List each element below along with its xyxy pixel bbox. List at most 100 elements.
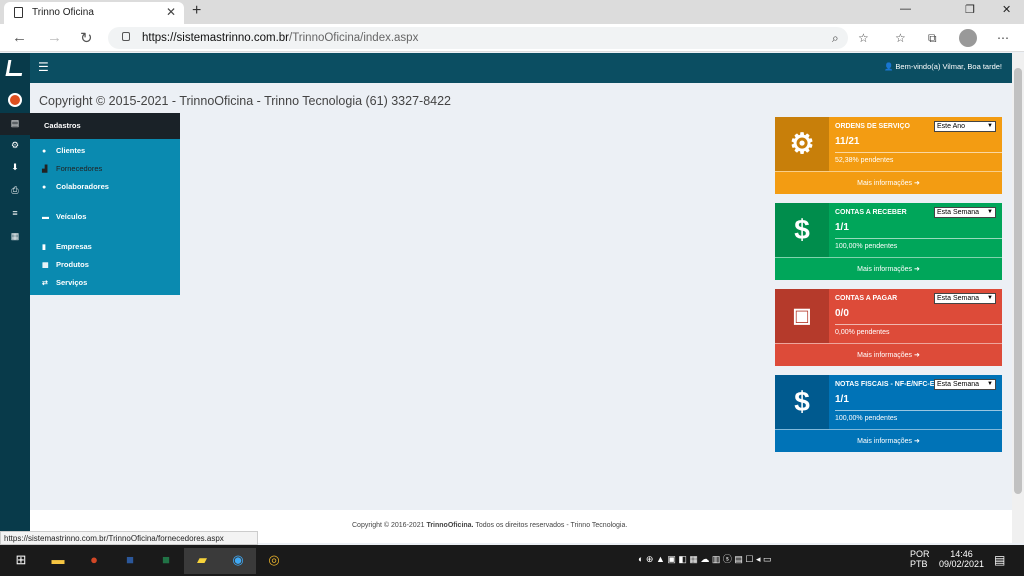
lock-icon	[122, 32, 130, 41]
menu-label: Produtos	[56, 260, 89, 269]
card-pending: 100,00% pendentes	[835, 415, 898, 422]
progress-divider	[835, 324, 1002, 325]
close-tab-icon[interactable]: ✕	[166, 5, 176, 19]
lang-label: POR	[910, 549, 930, 559]
menu-label: Clientes	[56, 146, 86, 155]
progress-divider	[835, 410, 1002, 411]
profile-avatar[interactable]	[959, 29, 977, 47]
card-pending: 52,38% pendentes	[835, 157, 894, 164]
more-info-label: Mais informações	[857, 438, 913, 445]
download-icon[interactable]: ⬇	[0, 157, 30, 179]
dollar-icon: $	[775, 203, 829, 257]
favorite-star-icon[interactable]: ☆	[858, 31, 869, 45]
more-info-label: Mais informações	[857, 352, 913, 359]
building-icon: ▮	[42, 244, 46, 251]
card-pending: 100,00% pendentes	[835, 243, 898, 250]
new-tab-button[interactable]: +	[192, 2, 201, 20]
menu-header: Cadastros	[30, 113, 180, 139]
menu-item-colaboradores[interactable]: ● Colaboradores	[42, 182, 109, 191]
tab-title: Trinno Oficina	[32, 7, 94, 18]
zoom-icon[interactable]: ⌕	[832, 31, 839, 46]
excel-icon[interactable]: ■	[148, 548, 184, 574]
car-icon: ▬	[42, 214, 49, 221]
report-icon[interactable]: ▦	[0, 226, 30, 248]
footer-prefix: Copyright © 2016-2021	[352, 522, 427, 529]
sidebar-avatar[interactable]	[0, 88, 30, 110]
database-icon[interactable]: ▤	[0, 113, 30, 135]
edge-icon[interactable]: ◉	[220, 548, 256, 574]
sticky-notes-icon[interactable]: ▰	[184, 548, 220, 574]
share-icon[interactable]: ⚙	[0, 135, 30, 157]
url-field[interactable]: https://sistemastrinno.com.br/TrinnoOfic…	[108, 27, 848, 49]
date-label: 09/02/2021	[939, 559, 985, 569]
money-bill-icon: ▣	[775, 289, 829, 343]
tray-icons[interactable]: ◐ ⊕ ▲ ▣ ◧ ▦ ☁ ▥ ⓢ ▤ ☐ ◂ ▭	[638, 552, 772, 565]
exchange-icon: ⇄	[42, 280, 48, 287]
reload-icon[interactable]: ↻	[80, 29, 93, 47]
more-info-label: Mais informações	[857, 266, 913, 273]
footer-suffix: Todos os direitos reservados - Trinno Te…	[473, 522, 628, 529]
card-contas-pagar: ▣ CONTAS A PAGAR Esta Semana 0/0 0,00% p…	[775, 289, 1002, 366]
gears-icon: ⚙	[775, 117, 829, 171]
menu-label: Fornecedores	[56, 164, 103, 173]
progress-divider	[835, 238, 1002, 239]
menu-item-produtos[interactable]: ▦ Produtos	[42, 260, 89, 269]
card-notas-fiscais: $ NOTAS FISCAIS - NF-E/NFC-E Esta Semana…	[775, 375, 1002, 452]
collections-icon[interactable]: ⧉	[928, 31, 937, 46]
menu-label: Empresas	[56, 242, 92, 251]
arrow-circle-icon: ➜	[913, 438, 920, 445]
notifications-icon[interactable]: ▤	[994, 553, 1005, 567]
menu-item-servicos[interactable]: ⇄ Serviços	[42, 278, 87, 287]
copyright-header: Copyright © 2015-2021 - TrinnoOficina - …	[39, 94, 451, 108]
footer-copyright: Copyright © 2016-2021 TrinnoOficina. Tod…	[352, 522, 627, 529]
language-indicator[interactable]: POR PTB	[910, 549, 930, 569]
card-value: 11/21	[835, 136, 860, 147]
powerpoint-icon[interactable]: ●	[76, 548, 112, 574]
arrow-circle-icon: ➜	[913, 180, 920, 187]
period-select[interactable]: Este Ano	[934, 121, 996, 132]
print-icon[interactable]: ⎙	[0, 180, 30, 202]
period-select[interactable]: Esta Semana	[934, 379, 996, 390]
more-info-link[interactable]: Mais informações ➜	[775, 429, 1002, 452]
more-info-link[interactable]: Mais informações ➜	[775, 171, 1002, 194]
back-icon[interactable]: ←	[12, 29, 27, 46]
card-title: ORDENS DE SERVIÇO	[835, 123, 910, 130]
more-info-link[interactable]: Mais informações ➜	[775, 257, 1002, 280]
restore-icon[interactable]: ❐	[965, 3, 975, 16]
menu-item-empresas[interactable]: ▮ Empresas	[42, 242, 92, 251]
menu-item-veiculos[interactable]: ▬ Veículos	[42, 212, 86, 221]
footer-brand: TrinnoOficina.	[426, 522, 474, 529]
url-path: /TrinnoOficina/index.aspx	[289, 32, 419, 44]
favorites-icon[interactable]: ☆	[895, 31, 906, 45]
menu-item-clientes[interactable]: ● Clientes	[42, 146, 85, 155]
card-ordens-servico: ⚙ ORDENS DE SERVIÇO Este Ano 11/21 52,38…	[775, 117, 1002, 194]
word-icon[interactable]: ■	[112, 548, 148, 574]
more-info-label: Mais informações	[857, 180, 913, 187]
list-icon[interactable]: ≡	[0, 203, 30, 225]
scrollbar-thumb[interactable]	[1014, 68, 1022, 494]
chrome-icon[interactable]: ◎	[256, 548, 292, 574]
minimize-icon[interactable]: —	[900, 3, 911, 15]
app-logo[interactable]	[0, 53, 30, 83]
more-icon[interactable]: ⋯	[997, 31, 1009, 45]
grid-icon: ▦	[42, 262, 49, 269]
forward-icon[interactable]: →	[47, 29, 62, 46]
clock[interactable]: 14:46 09/02/2021	[939, 549, 984, 569]
arrow-circle-icon: ➜	[913, 352, 920, 359]
more-info-link[interactable]: Mais informações ➜	[775, 343, 1002, 366]
page-icon	[14, 7, 23, 18]
user-icon: ●	[42, 148, 47, 155]
close-window-icon[interactable]: ✕	[1002, 3, 1011, 16]
card-title: CONTAS A RECEBER	[835, 209, 907, 216]
menu-item-fornecedores[interactable]: ▟ Fornecedores	[42, 164, 102, 173]
menu-toggle-icon[interactable]: ☰	[38, 60, 49, 74]
browser-tab[interactable]: Trinno Oficina ✕	[4, 2, 184, 24]
period-select[interactable]: Esta Semana	[934, 207, 996, 218]
progress-divider	[835, 152, 1002, 153]
card-title: NOTAS FISCAIS - NF-E/NFC-E	[835, 381, 935, 388]
period-select[interactable]: Esta Semana	[934, 293, 996, 304]
file-explorer-icon[interactable]: ▬	[40, 548, 76, 574]
start-icon[interactable]: ⊞	[3, 548, 39, 574]
arrow-circle-icon: ➜	[913, 266, 920, 273]
menu-label: Colaboradores	[56, 182, 109, 191]
